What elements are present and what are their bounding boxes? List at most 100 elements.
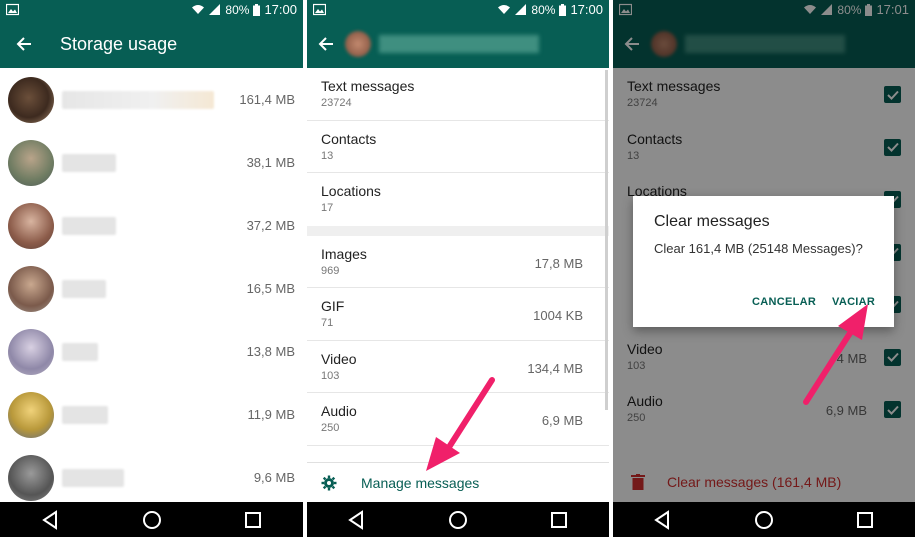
gear-icon bbox=[321, 475, 337, 490]
item-label: Text messages bbox=[321, 78, 415, 94]
storage-size: 9,6 MB bbox=[253, 470, 295, 485]
list-item[interactable]: 37,2 MB bbox=[0, 194, 303, 257]
status-right: 80% 17:00 bbox=[191, 2, 297, 17]
list-item: Text messages 23724 bbox=[307, 68, 609, 121]
list-item: Locations 17 bbox=[307, 173, 609, 226]
page-title: Storage usage bbox=[60, 33, 178, 54]
wifi-icon bbox=[498, 5, 511, 14]
avatar bbox=[8, 139, 54, 186]
avatar bbox=[8, 454, 54, 501]
avatar bbox=[8, 391, 54, 438]
clock: 17:00 bbox=[264, 2, 297, 17]
dialog-message: Clear 161,4 MB (25148 Messages)? bbox=[654, 241, 863, 256]
signal-icon bbox=[209, 4, 221, 15]
battery-percent: 80% bbox=[531, 2, 556, 17]
item-label: Locations bbox=[321, 183, 381, 199]
app-bar: Storage usage bbox=[0, 20, 303, 68]
clock: 17:00 bbox=[570, 2, 603, 17]
dialog-title: Clear messages bbox=[654, 213, 770, 230]
avatar bbox=[8, 328, 54, 375]
item-count: 969 bbox=[321, 264, 340, 277]
nav-back-icon[interactable] bbox=[345, 508, 369, 532]
nav-back-icon[interactable] bbox=[651, 508, 675, 532]
battery-icon bbox=[253, 3, 261, 16]
cancel-button[interactable]: CANCELAR bbox=[752, 296, 816, 308]
storage-size: 161,4 MB bbox=[239, 92, 295, 107]
list-item: Contacts 13 bbox=[307, 121, 609, 173]
nav-recents-icon[interactable] bbox=[853, 508, 877, 532]
contact-name-blurred bbox=[62, 90, 214, 109]
list-item[interactable]: 161,4 MB bbox=[0, 68, 303, 131]
list-item[interactable]: 38,1 MB bbox=[0, 131, 303, 194]
contact-name-blurred bbox=[62, 468, 124, 487]
nav-recents-icon[interactable] bbox=[241, 508, 265, 532]
contact-name-blurred bbox=[62, 342, 98, 361]
item-count: 23724 bbox=[321, 97, 352, 109]
list-item: Audio 250 6,9 MB bbox=[307, 393, 609, 446]
list-item[interactable]: 16,5 MB bbox=[0, 257, 303, 320]
avatar bbox=[345, 31, 371, 57]
item-size: 134,4 MB bbox=[527, 360, 583, 376]
contact-name-blurred bbox=[62, 153, 116, 172]
list-item[interactable]: 11,9 MB bbox=[0, 383, 303, 446]
list-item: GIF 71 1004 KB bbox=[307, 288, 609, 341]
app-bar bbox=[307, 20, 609, 68]
storage-list: 161,4 MB 38,1 MB 37,2 MB 16,5 MB 13,8 MB bbox=[0, 68, 303, 502]
list-item[interactable]: 13,8 MB bbox=[0, 320, 303, 383]
signal-icon bbox=[515, 4, 527, 15]
battery-percent: 80% bbox=[225, 2, 250, 17]
item-label: Images bbox=[321, 245, 367, 262]
item-count: 103 bbox=[321, 369, 340, 382]
confirm-button[interactable]: VACIAR bbox=[832, 296, 875, 308]
gallery-icon bbox=[6, 3, 19, 16]
status-right: 80% 17:00 bbox=[497, 2, 603, 17]
storage-detail-list: Text messages 23724 Contacts 13 Location… bbox=[307, 68, 609, 502]
item-label: GIF bbox=[321, 298, 345, 314]
item-count: 71 bbox=[321, 317, 334, 329]
contact-name-blurred bbox=[62, 216, 116, 235]
screens-container: 80% 17:00 Storage usage 161,4 MB 38,1 MB bbox=[0, 0, 915, 537]
item-count: 17 bbox=[321, 202, 334, 214]
contact-name-blurred bbox=[379, 35, 539, 53]
contact-name-blurred bbox=[62, 279, 106, 298]
nav-back-icon[interactable] bbox=[39, 508, 63, 532]
battery-icon bbox=[559, 3, 567, 16]
nav-home-icon[interactable] bbox=[140, 508, 164, 532]
list-item: Video 103 134,4 MB bbox=[307, 341, 609, 393]
storage-size: 37,2 MB bbox=[246, 218, 295, 233]
avatar bbox=[8, 76, 54, 123]
storage-size: 11,9 MB bbox=[247, 407, 295, 422]
item-label: Video bbox=[321, 350, 357, 367]
scrollbar[interactable] bbox=[605, 70, 608, 410]
screen-clear-messages: 80% 17:01 Text messages 23724 Contacts 1… bbox=[613, 0, 915, 537]
storage-size: 38,1 MB bbox=[246, 155, 295, 170]
nav-home-icon[interactable] bbox=[446, 508, 470, 532]
item-count: 13 bbox=[321, 149, 334, 162]
item-size: 17,8 MB bbox=[534, 255, 583, 271]
back-arrow-icon[interactable] bbox=[307, 20, 345, 68]
clear-messages-dialog: Clear messages Clear 161,4 MB (25148 Mes… bbox=[633, 196, 894, 327]
contact-name-blurred bbox=[62, 405, 108, 424]
item-size: 1004 KB bbox=[533, 308, 583, 323]
system-nav-bar bbox=[0, 502, 303, 537]
manage-messages-label: Manage messages bbox=[361, 474, 480, 491]
system-nav-bar bbox=[307, 502, 609, 537]
wifi-icon bbox=[192, 5, 205, 14]
back-arrow-icon[interactable] bbox=[0, 20, 48, 68]
avatar bbox=[8, 265, 54, 312]
gallery-icon bbox=[313, 3, 326, 16]
item-label: Audio bbox=[321, 403, 357, 419]
item-size: 6,9 MB bbox=[541, 413, 583, 428]
avatar bbox=[8, 202, 54, 249]
section-divider bbox=[307, 225, 609, 236]
manage-messages-button[interactable]: Manage messages bbox=[307, 462, 609, 502]
nav-recents-icon[interactable] bbox=[547, 508, 571, 532]
screen-chat-storage: 80% 17:00 Text messages 23724 Contacts 1… bbox=[307, 0, 609, 537]
storage-size: 16,5 MB bbox=[246, 281, 295, 296]
nav-home-icon[interactable] bbox=[752, 508, 776, 532]
storage-size: 13,8 MB bbox=[246, 344, 295, 359]
item-count: 250 bbox=[321, 422, 340, 434]
item-label: Contacts bbox=[321, 130, 377, 147]
list-item: Images 969 17,8 MB bbox=[307, 236, 609, 288]
list-item[interactable]: 9,6 MB bbox=[0, 446, 303, 502]
